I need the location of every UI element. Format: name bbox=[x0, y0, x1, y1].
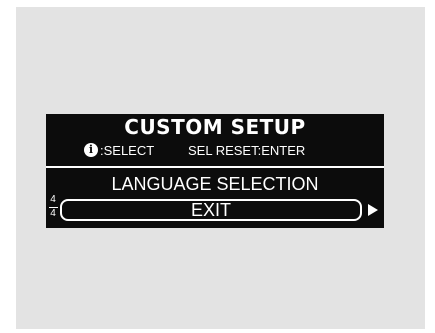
hint-select-text: :SELECT bbox=[100, 143, 155, 158]
menu-item-exit[interactable]: EXIT bbox=[60, 199, 362, 221]
info-icon: i bbox=[84, 143, 98, 157]
menu-item-language-selection[interactable]: LANGUAGE SELECTION bbox=[46, 172, 384, 196]
page-indicator: 4 4 bbox=[48, 195, 58, 225]
hint-reset-text: SEL RESET:ENTER bbox=[188, 143, 306, 158]
custom-setup-display: CUSTOM SETUP i :SELECT SEL RESET:ENTER L… bbox=[46, 114, 384, 228]
page-current: 4 bbox=[50, 194, 56, 205]
page-total: 4 bbox=[50, 208, 56, 219]
arrow-right-icon bbox=[368, 204, 378, 216]
screen-title: CUSTOM SETUP bbox=[124, 115, 306, 139]
hint-row: i :SELECT SEL RESET:ENTER bbox=[46, 142, 384, 162]
divider bbox=[46, 166, 384, 168]
